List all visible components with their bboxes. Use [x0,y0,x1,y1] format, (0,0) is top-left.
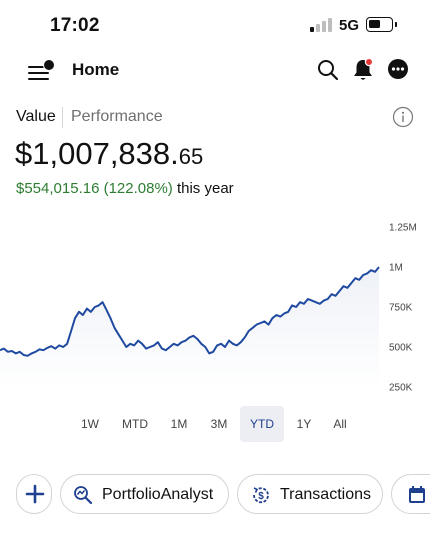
tab-performance[interactable]: Performance [71,108,163,126]
portfolioanalyst-button[interactable]: PortfolioAnalyst [60,474,229,514]
calendar-icon [409,486,425,503]
calendar-button[interactable] [391,474,430,514]
svg-text:$: $ [258,491,264,502]
transactions-button[interactable]: $ Transactions [237,474,383,514]
range-option-1m[interactable]: 1M [162,406,196,442]
change-period: this year [176,180,234,197]
value-main: $1,007,838. [15,136,179,171]
y-tick-label: 1M [389,263,403,274]
plus-icon [25,484,45,504]
y-tick-label: 1.25M [389,223,417,234]
value-tabs: Value Performance [16,106,416,130]
menu-user-icon[interactable] [28,58,58,82]
notification-dot [364,57,374,67]
dollar-refresh-icon: $ [253,487,269,504]
range-option-mtd[interactable]: MTD [115,406,155,442]
search-icon[interactable] [316,58,340,82]
chart-area-fill [0,267,379,387]
range-selector: 1W MTD 1M 3M YTD 1Y All [0,406,430,442]
status-bar: 17:02 5G [0,0,430,50]
app-header: Home [0,50,430,90]
page-title: Home [72,60,120,79]
change-amount: $554,015.16 (122.08%) [16,180,173,197]
y-tick-label: 750K [389,303,413,314]
range-option-3m[interactable]: 3M [202,406,236,442]
signal-strength-icon [310,18,332,32]
more-icon[interactable] [387,58,409,80]
portfolioanalyst-label: PortfolioAnalyst [102,486,214,503]
tab-divider [62,107,63,128]
battery-cap [395,22,397,27]
bell-icon[interactable] [351,57,375,83]
y-tick-label: 500K [389,343,413,354]
range-option-1y[interactable]: 1Y [287,406,321,442]
portfolio-total-value: $1,007,838.65 [15,136,203,172]
status-time: 17:02 [50,15,100,36]
transactions-label: Transactions [280,486,371,503]
range-option-ytd[interactable]: YTD [240,406,284,442]
portfolio-chart[interactable]: 1.25M 1M 750K 500K 250K [0,215,430,405]
tab-value[interactable]: Value [16,108,56,126]
range-option-1w[interactable]: 1W [73,406,107,442]
ytd-change: $554,015.16 (122.08%) this year [16,180,234,197]
network-type: 5G [339,17,360,34]
add-shortcut-button[interactable] [16,474,52,514]
info-icon[interactable] [392,106,414,128]
range-option-all[interactable]: All [323,406,357,442]
value-cents: 65 [178,144,204,169]
shortcut-bar: PortfolioAnalyst $ Transactions [0,474,430,514]
y-tick-label: 250K [389,383,413,394]
battery-icon [366,17,393,32]
analysis-search-icon [74,486,93,505]
